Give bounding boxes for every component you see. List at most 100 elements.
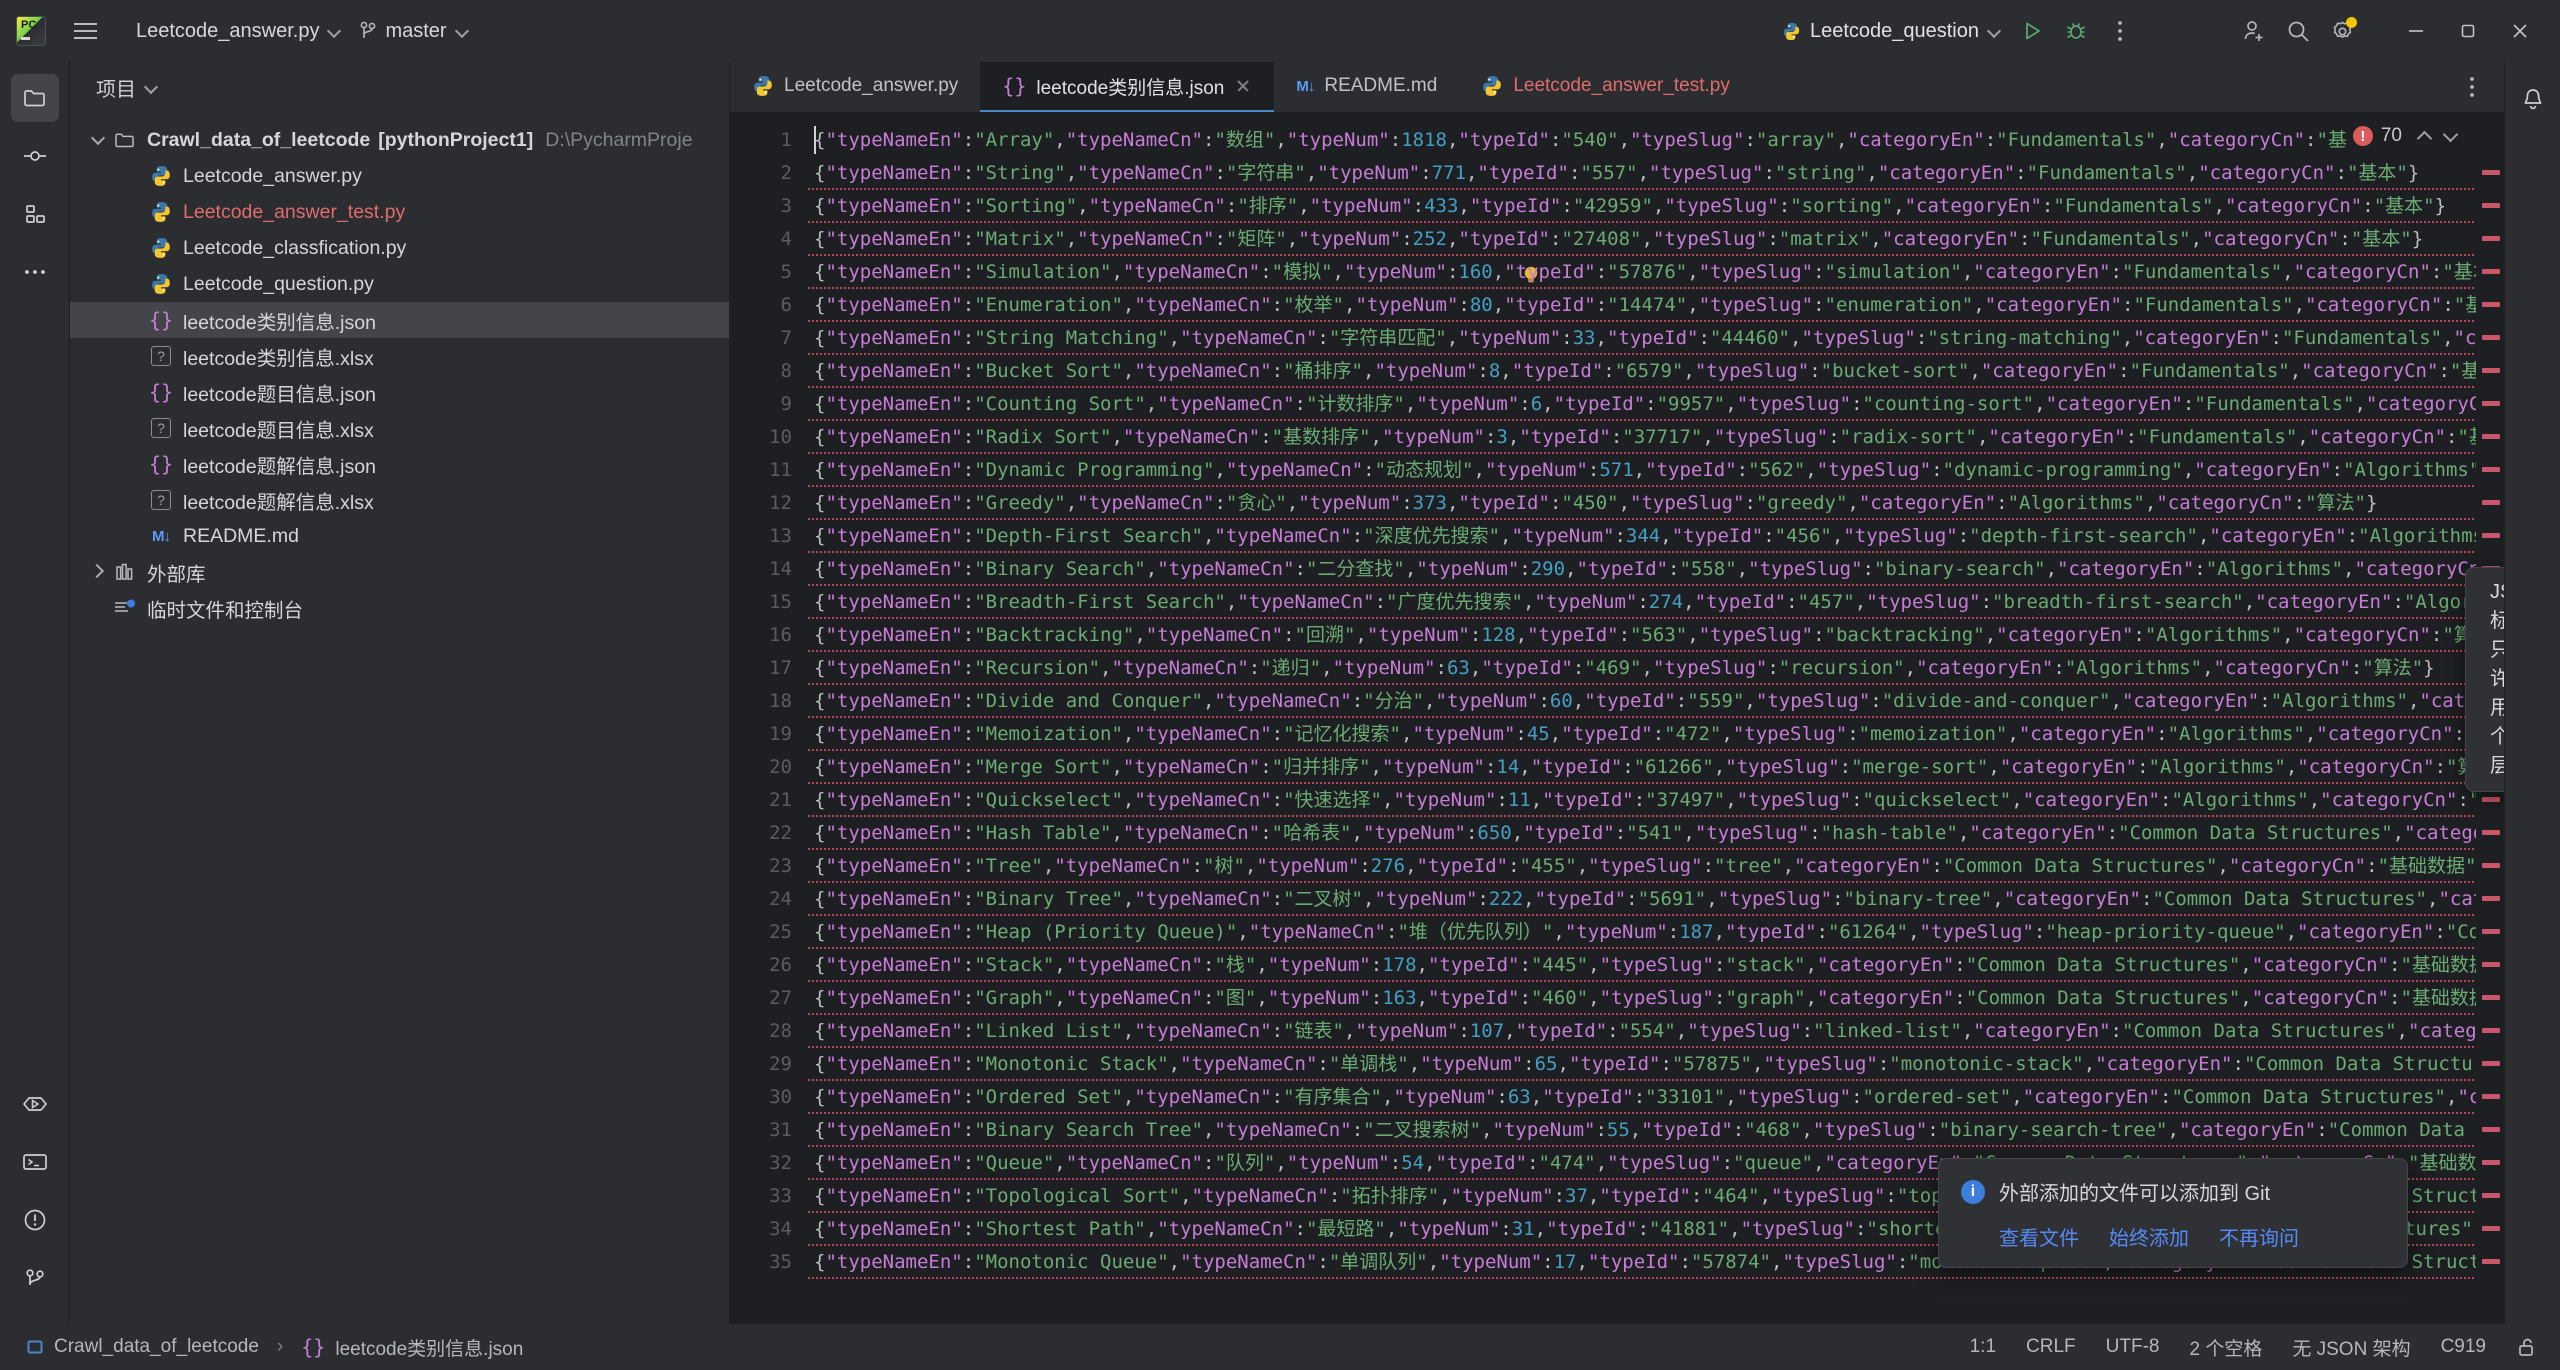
code-content[interactable]: {"typeNameEn":"Array","typeNameCn":"数组",… (808, 112, 2476, 1324)
error-stripe-mark[interactable] (2482, 995, 2500, 1000)
code-line[interactable]: {"typeNameEn":"Quickselect","typeNameCn"… (808, 784, 2476, 817)
error-stripe-mark[interactable] (2482, 467, 2500, 472)
error-stripe-mark[interactable] (2482, 269, 2500, 274)
error-stripe-mark[interactable] (2482, 1061, 2500, 1066)
error-stripe-mark[interactable] (2482, 797, 2500, 802)
git-notification-link[interactable]: 始终添加 (2109, 1222, 2189, 1251)
tree-item[interactable]: 临时文件和控制台 (70, 590, 729, 626)
error-stripe-mark[interactable] (2482, 896, 2500, 901)
error-stripe-mark[interactable] (2482, 929, 2500, 934)
code-line[interactable]: {"typeNameEn":"Hash Table","typeNameCn":… (808, 817, 2476, 850)
breadcrumb[interactable]: Crawl_data_of_leetcode › {} leetcode类别信息… (26, 1334, 523, 1361)
branch-selector[interactable]: master (350, 14, 477, 49)
error-stripe-mark[interactable] (2482, 335, 2500, 340)
caret-position[interactable]: 1:1 (1970, 1336, 1996, 1358)
code-line[interactable]: {"typeNameEn":"Binary Tree","typeNameCn"… (808, 883, 2476, 916)
code-line[interactable]: {"typeNameEn":"Ordered Set","typeNameCn"… (808, 1081, 2476, 1114)
code-line[interactable]: {"typeNameEn":"Binary Search Tree","type… (808, 1114, 2476, 1147)
project-file-tree[interactable]: Crawl_data_of_leetcode [pythonProject1] D:… (70, 112, 729, 1324)
run-button[interactable] (2010, 9, 2054, 53)
code-line[interactable]: {"typeNameEn":"Divide and Conquer","type… (808, 685, 2476, 718)
code-line[interactable]: {"typeNameEn":"Recursion","typeNameCn":"… (808, 652, 2476, 685)
error-stripe-mark[interactable] (2482, 962, 2500, 967)
code-line[interactable]: {"typeNameEn":"Stack","typeNameCn":"栈","… (808, 949, 2476, 982)
sidebar-item-problems[interactable] (11, 1196, 59, 1244)
file-encoding[interactable]: UTF-8 (2106, 1336, 2160, 1358)
tree-item[interactable]: ? leetcode题目信息.xlsx (70, 410, 729, 446)
editor-options-button[interactable] (2450, 65, 2494, 109)
error-stripe-mark[interactable] (2482, 236, 2500, 241)
maximize-button[interactable] (2442, 9, 2494, 53)
code-line[interactable]: {"typeNameEn":"Monotonic Stack","typeNam… (808, 1048, 2476, 1081)
code-line[interactable]: {"typeNameEn":"Graph","typeNameCn":"图","… (808, 982, 2476, 1015)
error-stripe-mark[interactable] (2482, 1094, 2500, 1099)
error-stripe-mark[interactable] (2482, 533, 2500, 538)
error-stripe-mark[interactable] (2482, 830, 2500, 835)
minimize-button[interactable] (2390, 9, 2442, 53)
error-stripe-mark[interactable] (2482, 1127, 2500, 1132)
settings-button[interactable] (2320, 9, 2364, 53)
tree-item[interactable]: Leetcode_answer.py (70, 158, 729, 194)
previous-problem-icon[interactable] (2416, 128, 2432, 144)
debug-button[interactable] (2054, 9, 2098, 53)
code-line[interactable]: {"typeNameEn":"String Matching","typeNam… (808, 322, 2476, 355)
git-notification-link[interactable]: 不再询问 (2219, 1222, 2299, 1251)
code-line[interactable]: {"typeNameEn":"Greedy","typeNameCn":"贪心"… (808, 487, 2476, 520)
error-stripe-mark[interactable] (2482, 401, 2500, 406)
error-stripe-mark[interactable] (2482, 1226, 2500, 1231)
project-selector[interactable]: Leetcode_answer.py (126, 14, 350, 49)
tree-item[interactable]: Leetcode_question.py (70, 266, 729, 302)
editor-tab[interactable]: Leetcode_answer_test.py (1459, 62, 1752, 112)
git-notification-link[interactable]: 查看文件 (1999, 1222, 2079, 1251)
indent-setting[interactable]: 2 个空格 (2189, 1334, 2262, 1361)
code-line[interactable]: {"typeNameEn":"Counting Sort","typeNameC… (808, 388, 2476, 421)
code-line[interactable]: {"typeNameEn":"Simulation","typeNameCn":… (808, 256, 2476, 289)
add-user-button[interactable] (2232, 9, 2276, 53)
code-line[interactable]: {"typeNameEn":"Breadth-First Search","ty… (808, 586, 2476, 619)
lock-open-icon[interactable] (2516, 1336, 2538, 1358)
tree-item[interactable]: Leetcode_classfication.py (70, 230, 729, 266)
next-problem-icon[interactable] (2442, 128, 2458, 144)
sidebar-item-git[interactable] (11, 1254, 59, 1302)
search-everywhere-button[interactable] (2276, 9, 2320, 53)
code-line[interactable]: {"typeNameEn":"Linked List","typeNameCn"… (808, 1015, 2476, 1048)
notifications-button[interactable] (2509, 76, 2557, 124)
code-line[interactable]: {"typeNameEn":"Dynamic Programming","typ… (808, 454, 2476, 487)
code-line[interactable]: {"typeNameEn":"Radix Sort","typeNameCn":… (808, 421, 2476, 454)
code-line[interactable]: {"typeNameEn":"Array","typeNameCn":"数组",… (808, 124, 2476, 157)
sidebar-item-project[interactable] (10, 74, 59, 122)
code-line[interactable]: {"typeNameEn":"Tree","typeNameCn":"树","t… (808, 850, 2476, 883)
code-line[interactable]: {"typeNameEn":"Enumeration","typeNameCn"… (808, 289, 2476, 322)
code-line[interactable]: {"typeNameEn":"Memoization","typeNameCn"… (808, 718, 2476, 751)
code-line[interactable]: {"typeNameEn":"Sorting","typeNameCn":"排序… (808, 190, 2476, 223)
editor-tab[interactable]: M↓ README.md (1274, 62, 1459, 112)
code-line[interactable]: {"typeNameEn":"Merge Sort","typeNameCn":… (808, 751, 2476, 784)
sidebar-item-commit[interactable] (11, 132, 59, 180)
code-line[interactable]: {"typeNameEn":"Binary Search","typeNameC… (808, 553, 2476, 586)
tree-item[interactable]: {} leetcode题目信息.json (70, 374, 729, 410)
line-separator[interactable]: CRLF (2026, 1336, 2076, 1358)
problem-counter[interactable]: ! 70 (2346, 122, 2464, 150)
tree-item[interactable]: Crawl_data_of_leetcode [pythonProject1] D:… (70, 122, 729, 158)
more-actions-button[interactable] (2098, 9, 2142, 53)
sidebar-item-structure[interactable] (11, 190, 59, 238)
editor-tab[interactable]: {} leetcode类别信息.json (980, 62, 1275, 112)
error-stripe-mark[interactable] (2482, 1193, 2500, 1198)
code-line[interactable]: {"typeNameEn":"Matrix","typeNameCn":"矩阵"… (808, 223, 2476, 256)
close-icon[interactable] (1234, 77, 1252, 95)
tree-item[interactable]: M↓ README.md (70, 518, 729, 554)
tree-item[interactable]: {} leetcode题解信息.json (70, 446, 729, 482)
json-schema-selector[interactable]: 无 JSON 架构 (2292, 1334, 2410, 1361)
error-stripe-mark[interactable] (2482, 500, 2500, 505)
tree-item[interactable]: ? leetcode类别信息.xlsx (70, 338, 729, 374)
tree-item[interactable]: 外部库 (70, 554, 729, 590)
python-interpreter[interactable]: C919 (2441, 1336, 2486, 1358)
project-panel-header[interactable]: 项目 (70, 62, 729, 112)
tree-item[interactable]: Leetcode_answer_test.py (70, 194, 729, 230)
code-line[interactable]: {"typeNameEn":"Heap (Priority Queue)","t… (808, 916, 2476, 949)
error-stripe-mark[interactable] (2482, 434, 2500, 439)
error-stripe-mark[interactable] (2482, 170, 2500, 175)
code-line[interactable]: {"typeNameEn":"String","typeNameCn":"字符串… (808, 157, 2476, 190)
error-stripe-mark[interactable] (2482, 863, 2500, 868)
error-stripe-mark[interactable] (2482, 368, 2500, 373)
